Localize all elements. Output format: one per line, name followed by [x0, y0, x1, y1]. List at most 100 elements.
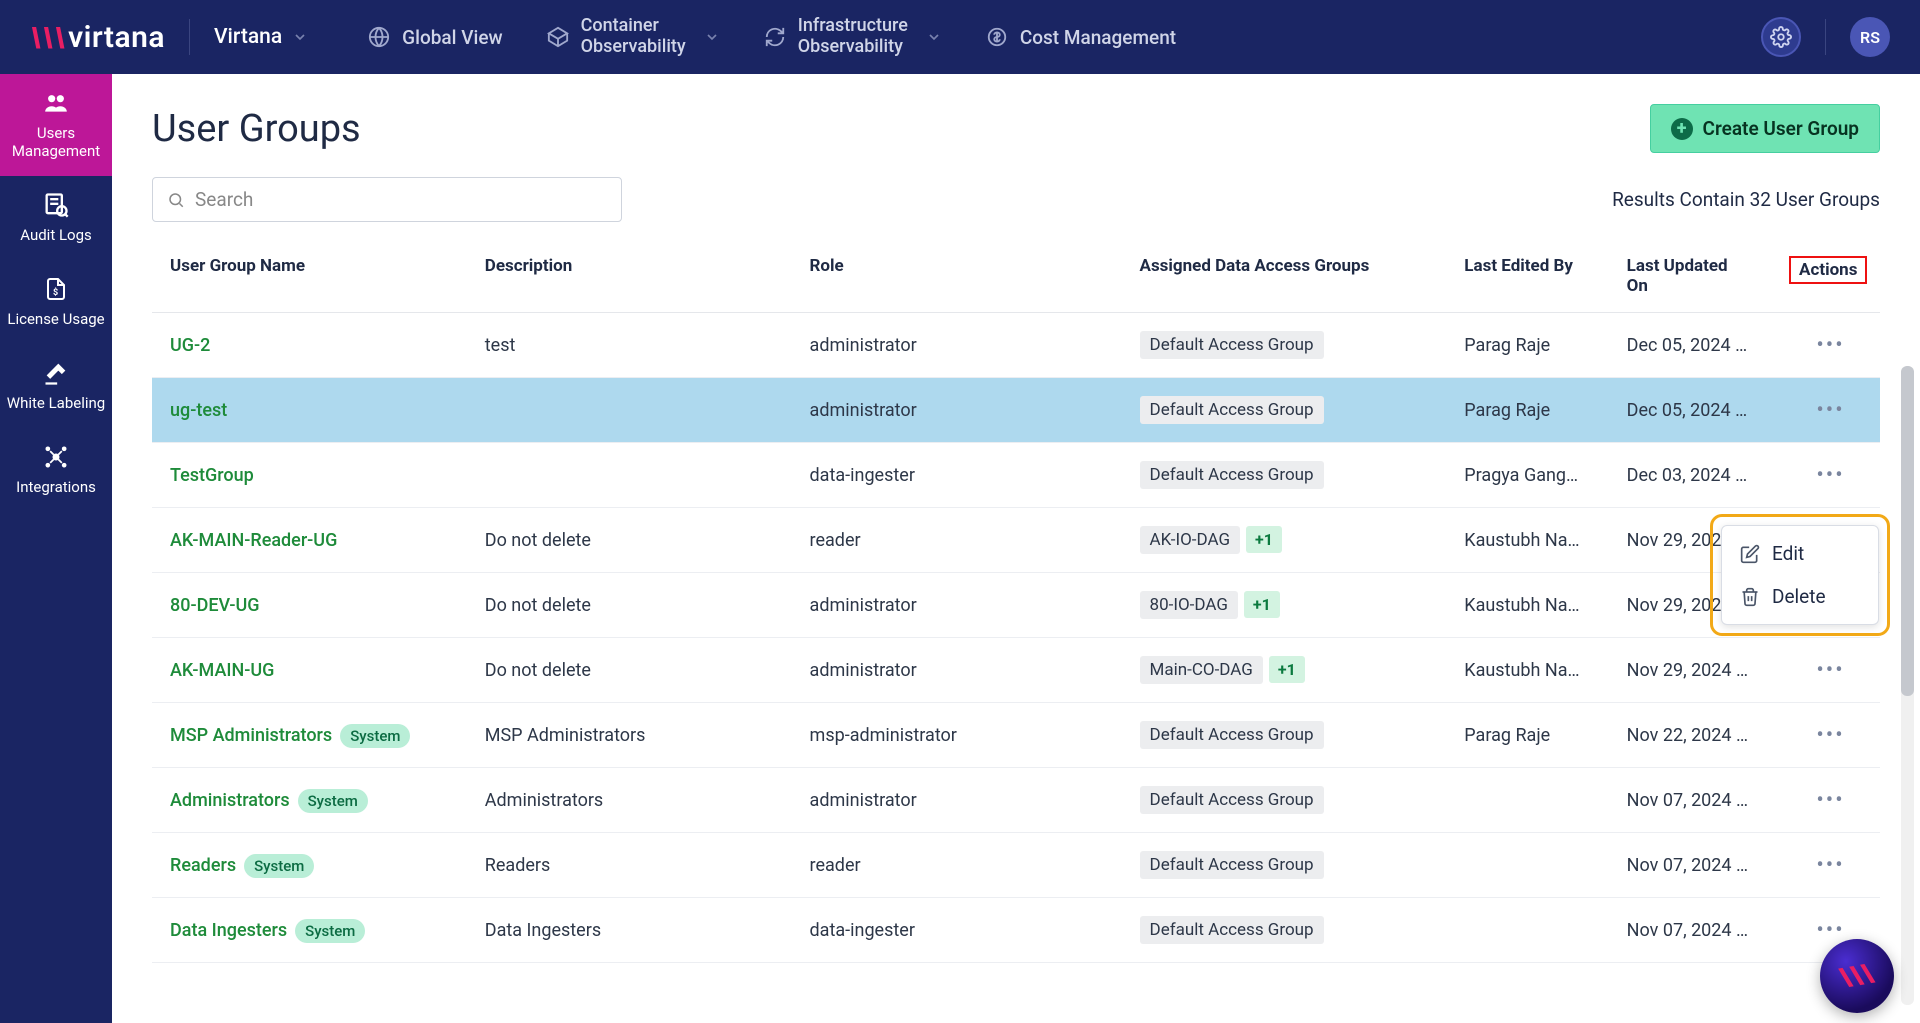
sidebar-label: Integrations [16, 478, 96, 496]
table-row[interactable]: TestGroup data-ingester Default Access Gro… [152, 443, 1880, 508]
settings-button[interactable] [1761, 17, 1801, 57]
group-name-link[interactable]: ug-test [170, 400, 227, 421]
chevron-down-icon [926, 29, 942, 45]
dag-plus-chip[interactable]: +1 [1246, 526, 1282, 553]
dag-chip[interactable]: AK-IO-DAG [1140, 526, 1241, 554]
scrollbar-track[interactable] [1901, 366, 1914, 1005]
top-nav: Global View Container Observability Infr… [368, 16, 1176, 57]
sidebar-item-integrations[interactable]: Integrations [0, 428, 112, 512]
dag-chip[interactable]: Default Access Group [1140, 396, 1324, 424]
action-delete[interactable]: Delete [1722, 575, 1878, 618]
dag-chip[interactable]: 80-IO-DAG [1140, 591, 1238, 619]
table-row[interactable]: 80-DEV-UGDo not deleteadministrator80-IO… [152, 573, 1880, 638]
cell-dag: Default Access Group [1132, 313, 1457, 378]
user-groups-table: User Group Name Description Role Assigne… [152, 242, 1880, 963]
sidebar-label: License Usage [7, 310, 104, 328]
create-user-group-button[interactable]: + Create User Group [1650, 104, 1880, 153]
assistant-orb-button[interactable]: \\\ [1820, 939, 1894, 1013]
group-name-link[interactable]: 80-DEV-UG [170, 595, 260, 616]
sidebar-label-l1: Users [12, 124, 100, 142]
nav-infrastructure-observability[interactable]: Infrastructure Observability [764, 16, 942, 57]
sidebar-item-audit-logs[interactable]: Audit Logs [0, 176, 112, 260]
dag-chip[interactable]: Default Access Group [1140, 851, 1324, 879]
dag-chip[interactable]: Default Access Group [1140, 331, 1324, 359]
system-badge: System [340, 724, 410, 748]
table-row[interactable]: ug-testadministratorDefault Access Group… [152, 378, 1880, 443]
sidebar-label-l2: Management [12, 142, 100, 160]
cell-role: reader [802, 508, 1132, 573]
group-name-link[interactable]: TestGroup [170, 465, 254, 486]
group-name-link[interactable]: Administrators [170, 790, 290, 811]
group-name-link[interactable]: AK-MAIN-UG [170, 660, 274, 681]
group-name-link[interactable]: Readers [170, 855, 236, 876]
cell-dag: Default Access Group [1132, 443, 1457, 508]
nav-global-view[interactable]: Global View [368, 26, 502, 49]
user-avatar[interactable]: RS [1850, 17, 1890, 57]
cell-description: Administrators [477, 768, 802, 833]
cell-edited-by: Parag Raje [1456, 703, 1618, 768]
group-name-link[interactable]: Data Ingesters [170, 920, 287, 941]
row-actions-button[interactable]: ••• [1808, 333, 1852, 358]
table-row[interactable]: ReadersSystemReadersreaderDefault Access… [152, 833, 1880, 898]
sidebar-item-license-usage[interactable]: $ License Usage [0, 260, 112, 344]
search-input[interactable] [195, 188, 607, 211]
search-box[interactable] [152, 177, 622, 222]
cell-role: administrator [802, 573, 1132, 638]
table-row[interactable]: UG-2testadministratorDefault Access Grou… [152, 313, 1880, 378]
table-row[interactable]: AK-MAIN-Reader-UGDo not deletereaderAK-I… [152, 508, 1880, 573]
cell-updated-on: Dec 03, 2024 … [1619, 443, 1781, 508]
cell-role: data-ingester [802, 443, 1132, 508]
col-header-updated-on[interactable]: Last Updated On [1619, 242, 1781, 313]
sidebar-item-users-management[interactable]: Users Management [0, 74, 112, 176]
col-header-dag[interactable]: Assigned Data Access Groups [1132, 242, 1457, 313]
cell-dag: Default Access Group [1132, 898, 1457, 963]
cell-role: administrator [802, 638, 1132, 703]
nav-container-observability[interactable]: Container Observability [547, 16, 720, 57]
group-name-link[interactable]: AK-MAIN-Reader-UG [170, 530, 337, 551]
row-actions-button[interactable]: ••• [1808, 788, 1852, 813]
table-row[interactable]: AdministratorsSystemAdministratorsadmini… [152, 768, 1880, 833]
orb-logo-icon: \\\ [1838, 958, 1876, 993]
col-header-name[interactable]: User Group Name [152, 242, 477, 313]
nav-cost-management[interactable]: Cost Management [986, 26, 1176, 49]
users-icon [41, 88, 71, 118]
dag-chip[interactable]: Default Access Group [1140, 786, 1324, 814]
row-actions-button[interactable]: ••• [1808, 723, 1852, 748]
cell-dag: Default Access Group [1132, 768, 1457, 833]
row-actions-button[interactable]: ••• [1808, 463, 1852, 488]
dag-plus-chip[interactable]: +1 [1269, 656, 1305, 683]
table-row[interactable]: Data IngestersSystemData Ingestersdata-i… [152, 898, 1880, 963]
logo-glyph-icon: \\\ [30, 21, 66, 54]
table-row[interactable]: AK-MAIN-UGDo not deleteadministratorMain… [152, 638, 1880, 703]
brand-logo[interactable]: \\\ virtana [30, 20, 165, 55]
row-actions-button[interactable]: ••• [1808, 853, 1852, 878]
table-row[interactable]: MSP AdministratorsSystemMSP Administrato… [152, 703, 1880, 768]
gavel-icon [41, 358, 71, 388]
gear-icon [1770, 26, 1792, 48]
dag-plus-chip[interactable]: +1 [1244, 591, 1280, 618]
cell-edited-by: Pragya Gang… [1456, 443, 1618, 508]
dag-chip[interactable]: Default Access Group [1140, 916, 1324, 944]
group-name-link[interactable]: UG-2 [170, 335, 210, 356]
row-actions-button[interactable]: ••• [1808, 398, 1852, 423]
dag-chip[interactable]: Main-CO-DAG [1140, 656, 1263, 684]
org-selector[interactable]: Virtana [214, 25, 308, 49]
sidebar-item-white-labeling[interactable]: White Labeling [0, 344, 112, 428]
dag-chip[interactable]: Default Access Group [1140, 461, 1324, 489]
col-header-description[interactable]: Description [477, 242, 802, 313]
cell-edited-by: Parag Raje [1456, 378, 1618, 443]
scrollbar-thumb[interactable] [1901, 366, 1914, 696]
col-header-edited-by[interactable]: Last Edited By [1456, 242, 1618, 313]
main-panel: User Groups + Create User Group Results … [112, 74, 1920, 1023]
group-name-link[interactable]: MSP Administrators [170, 725, 332, 746]
nav-label-l1: Infrastructure [798, 16, 908, 37]
chevron-down-icon [704, 29, 720, 45]
action-edit[interactable]: Edit [1722, 532, 1878, 575]
row-actions-button[interactable]: ••• [1808, 918, 1852, 943]
cell-updated-on: Nov 07, 2024 … [1619, 898, 1781, 963]
sidebar-label: Audit Logs [20, 226, 92, 244]
cell-updated-on: Nov 07, 2024 … [1619, 833, 1781, 898]
col-header-role[interactable]: Role [802, 242, 1132, 313]
dag-chip[interactable]: Default Access Group [1140, 721, 1324, 749]
row-actions-button[interactable]: ••• [1808, 658, 1852, 683]
